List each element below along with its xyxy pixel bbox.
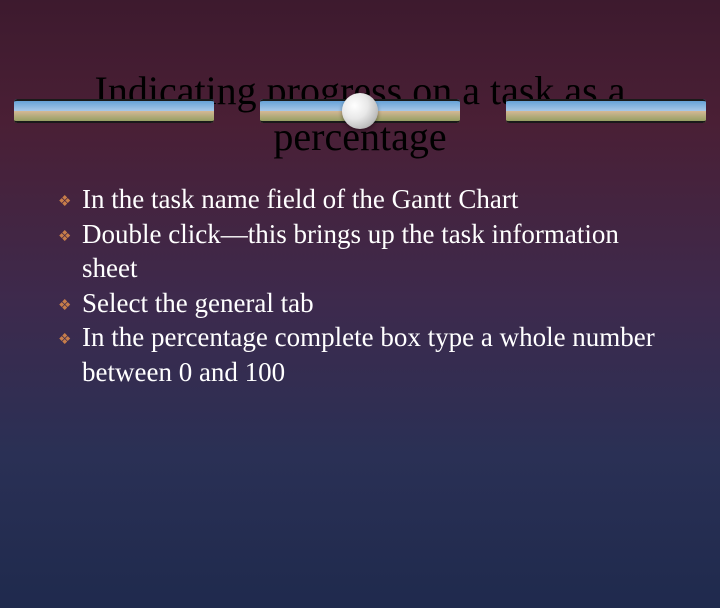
header-decoration bbox=[0, 96, 720, 126]
list-item-text: In the task name field of the Gantt Char… bbox=[82, 184, 518, 214]
list-item: ❖Double click—this brings up the task in… bbox=[58, 217, 662, 286]
diamond-bullet-icon: ❖ bbox=[58, 193, 82, 212]
diamond-bullet-icon: ❖ bbox=[58, 228, 82, 247]
diamond-bullet-icon: ❖ bbox=[58, 297, 82, 316]
bullet-list: ❖In the task name field of the Gantt Cha… bbox=[0, 182, 720, 389]
list-item-text: Select the general tab bbox=[82, 288, 314, 318]
landscape-strip-right bbox=[506, 99, 706, 123]
list-item: ❖In the task name field of the Gantt Cha… bbox=[58, 182, 662, 217]
list-item-text: In the percentage complete box type a wh… bbox=[82, 322, 655, 387]
diamond-bullet-icon: ❖ bbox=[58, 331, 82, 350]
list-item: ❖In the percentage complete box type a w… bbox=[58, 320, 662, 389]
list-item-text: Double click—this brings up the task inf… bbox=[82, 219, 619, 284]
landscape-strip-left bbox=[14, 99, 214, 123]
orb-icon bbox=[342, 93, 378, 129]
list-item: ❖Select the general tab bbox=[58, 286, 662, 321]
